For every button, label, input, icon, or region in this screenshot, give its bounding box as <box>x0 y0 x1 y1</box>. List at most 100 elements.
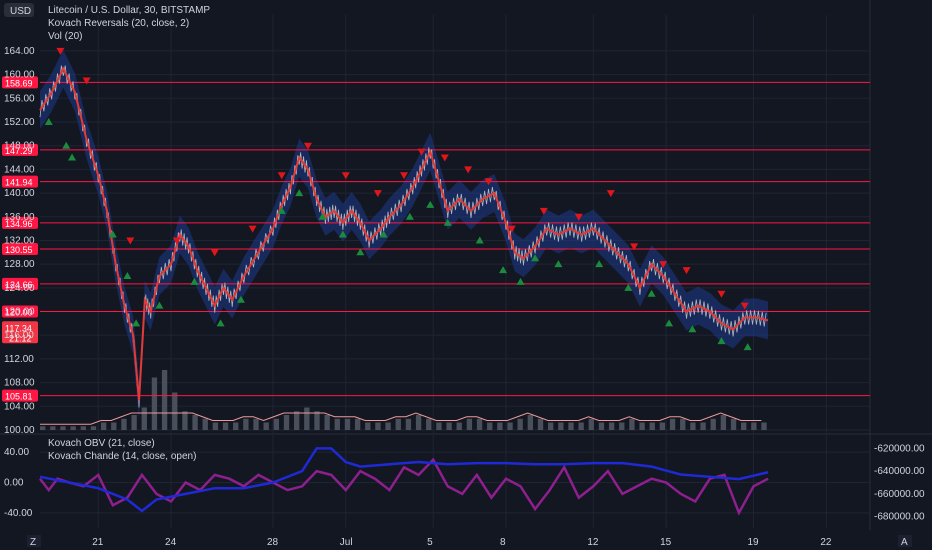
volume-bar <box>588 418 594 430</box>
indicator-kovach-reversals: Kovach Reversals (20, close, 2) <box>48 18 189 29</box>
sub-right-tick-label: -640000.00 <box>874 466 925 477</box>
x-tick-label: 12 <box>587 537 599 548</box>
x-tick-label: 22 <box>820 537 832 548</box>
volume-bar <box>222 422 229 430</box>
auto-scale-icon-letter: A <box>901 537 908 548</box>
sub-left-tick-label: -40.00 <box>4 508 33 519</box>
y-tick-label: 136.00 <box>4 212 35 223</box>
volume-bar <box>558 422 564 430</box>
volume-bar <box>547 422 554 430</box>
volume-bar <box>334 418 340 430</box>
x-tick-label: 28 <box>267 537 279 548</box>
volume-bar <box>690 422 696 430</box>
chart-canvas: 158.69147.29141.94134.96130.55124.66120.… <box>0 0 932 550</box>
volume-bar <box>517 418 523 430</box>
volume-bar <box>40 426 46 430</box>
volume-bar <box>568 422 574 430</box>
volume-bar <box>151 377 158 430</box>
y-tick-label: 120.00 <box>4 307 35 318</box>
volume-bar <box>700 422 706 430</box>
sub-left-tick-label: 40.00 <box>4 447 29 458</box>
y-tick-label: 124.00 <box>4 283 35 294</box>
volume-bar <box>639 422 645 430</box>
volume-bar <box>487 422 493 430</box>
volume-bar <box>324 415 330 430</box>
volume-bar <box>172 392 178 430</box>
volume-bar <box>283 415 290 430</box>
indicator-kovach-chande: Kovach Chande (14, close, open) <box>48 451 196 462</box>
y-tick-label: 100.00 <box>4 425 35 436</box>
indicator-volume: Vol (20) <box>48 31 82 42</box>
volume-bar <box>415 415 422 430</box>
volume-bar <box>497 422 503 430</box>
volume-bar <box>741 422 747 430</box>
volume-bar <box>395 418 401 430</box>
x-tick-label: 15 <box>660 537 672 548</box>
level-tag-label: 105.81 <box>5 392 33 402</box>
volume-bar <box>527 415 534 430</box>
sub-right-tick-label: -660000.00 <box>874 489 925 500</box>
volume-bar <box>131 415 137 430</box>
volume-bar <box>365 422 371 430</box>
volume-bar <box>629 418 635 430</box>
volume-bar <box>60 426 66 430</box>
volume-bar <box>80 426 86 430</box>
volume-bar <box>314 411 320 430</box>
x-tick-label: 21 <box>92 537 104 548</box>
volume-bar <box>212 422 219 430</box>
volume-bar <box>436 422 442 430</box>
y-tick-label: 104.00 <box>4 401 35 412</box>
volume-bar <box>161 370 168 430</box>
x-tick-label: 19 <box>748 537 760 548</box>
volume-bar <box>466 418 473 430</box>
x-tick-label: 5 <box>427 537 433 548</box>
volume-bar <box>263 422 269 430</box>
volume-bar <box>456 422 462 430</box>
volume-bar <box>100 422 107 430</box>
sub-right-tick-label: -620000.00 <box>874 443 925 454</box>
volume-bar <box>121 418 127 430</box>
chart-title: Litecoin / U.S. Dollar, 30, BITSTAMP <box>48 5 210 16</box>
y-tick-label: 108.00 <box>4 378 35 389</box>
volume-bar <box>90 426 97 430</box>
volume-bar <box>537 418 544 430</box>
sub-left-tick-label: 0.00 <box>4 478 24 489</box>
y-tick-label: 148.00 <box>4 141 35 152</box>
y-tick-label: 152.00 <box>4 117 35 128</box>
y-tick-label: 132.00 <box>4 235 35 246</box>
volume-bar <box>761 422 767 430</box>
volume-bar <box>578 422 584 430</box>
y-tick-label: 160.00 <box>4 70 35 81</box>
volume-bar <box>70 426 76 430</box>
volume-bar <box>507 422 513 430</box>
volume-bar <box>50 426 56 430</box>
volume-bar <box>344 418 351 430</box>
y-tick-label: 112.00 <box>4 354 34 365</box>
volume-bar <box>710 418 716 430</box>
currency-label: USD <box>10 6 31 17</box>
level-tag-label: 141.94 <box>5 178 33 188</box>
y-tick-label: 164.00 <box>4 46 35 57</box>
y-tick-label: 156.00 <box>4 93 35 104</box>
volume-bar <box>730 418 737 430</box>
volume-bar <box>385 422 391 430</box>
volume-bar <box>659 422 666 430</box>
y-tick-label: 116.00 <box>4 330 34 341</box>
sub-right-tick-label: -680000.00 <box>874 512 925 523</box>
y-tick-label: 140.00 <box>4 188 35 199</box>
volume-bar <box>751 422 757 430</box>
volume-bar <box>649 422 655 430</box>
volume-bar <box>375 422 381 430</box>
y-tick-label: 144.00 <box>4 164 35 175</box>
volume-bar <box>476 418 483 430</box>
volume-bar <box>405 418 412 430</box>
level-tag-label: 130.55 <box>5 245 33 255</box>
indicator-kovach-obv: Kovach OBV (21, close) <box>48 438 155 449</box>
volume-bar <box>598 422 605 430</box>
volume-bar <box>182 411 188 430</box>
volume-bar <box>669 418 676 430</box>
volume-bar <box>253 418 259 430</box>
volume-bar <box>192 415 198 430</box>
volume-bar <box>608 422 615 430</box>
volume-bar <box>243 418 249 430</box>
